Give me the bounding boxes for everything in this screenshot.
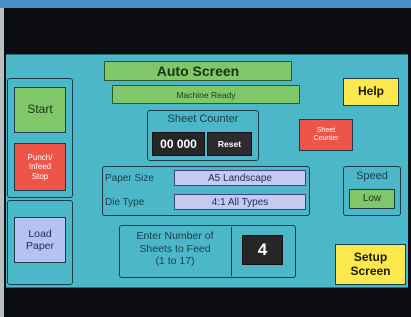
- feed-count-divider: [231, 227, 232, 276]
- feed-count-prompt: Enter Number of Sheets to Feed (1 to 17): [136, 230, 214, 268]
- screen-title: Auto Screen: [104, 61, 292, 81]
- speed-button[interactable]: Low: [349, 189, 395, 209]
- sheet-counter-toggle-button[interactable]: Sheet Counter: [299, 119, 353, 151]
- help-button[interactable]: Help: [343, 78, 399, 106]
- setup-screen-button[interactable]: Setup Screen: [335, 244, 406, 285]
- sheet-counter-title: Sheet Counter: [167, 113, 239, 125]
- start-button[interactable]: Start: [14, 87, 66, 133]
- load-paper-button[interactable]: Load Paper: [14, 217, 66, 263]
- reset-button[interactable]: Reset: [207, 132, 252, 156]
- paper-size-field[interactable]: A5 Landscape: [174, 170, 306, 186]
- touch-screen: Start Punch/ Infeed Stop Load Paper Auto…: [6, 54, 408, 288]
- punch-infeed-stop-button[interactable]: Punch/ Infeed Stop: [14, 143, 66, 191]
- die-type-field[interactable]: 4:1 All Types: [174, 194, 306, 210]
- sheet-counter-value: 00 000: [152, 132, 205, 156]
- die-type-label: Die Type: [105, 197, 145, 208]
- window-top-strip: [0, 0, 411, 8]
- feed-count-value[interactable]: 4: [242, 235, 283, 265]
- machine-status: Machine Ready: [112, 85, 300, 104]
- paper-size-label: Paper Size: [105, 173, 154, 184]
- speed-label: Speed: [356, 170, 388, 182]
